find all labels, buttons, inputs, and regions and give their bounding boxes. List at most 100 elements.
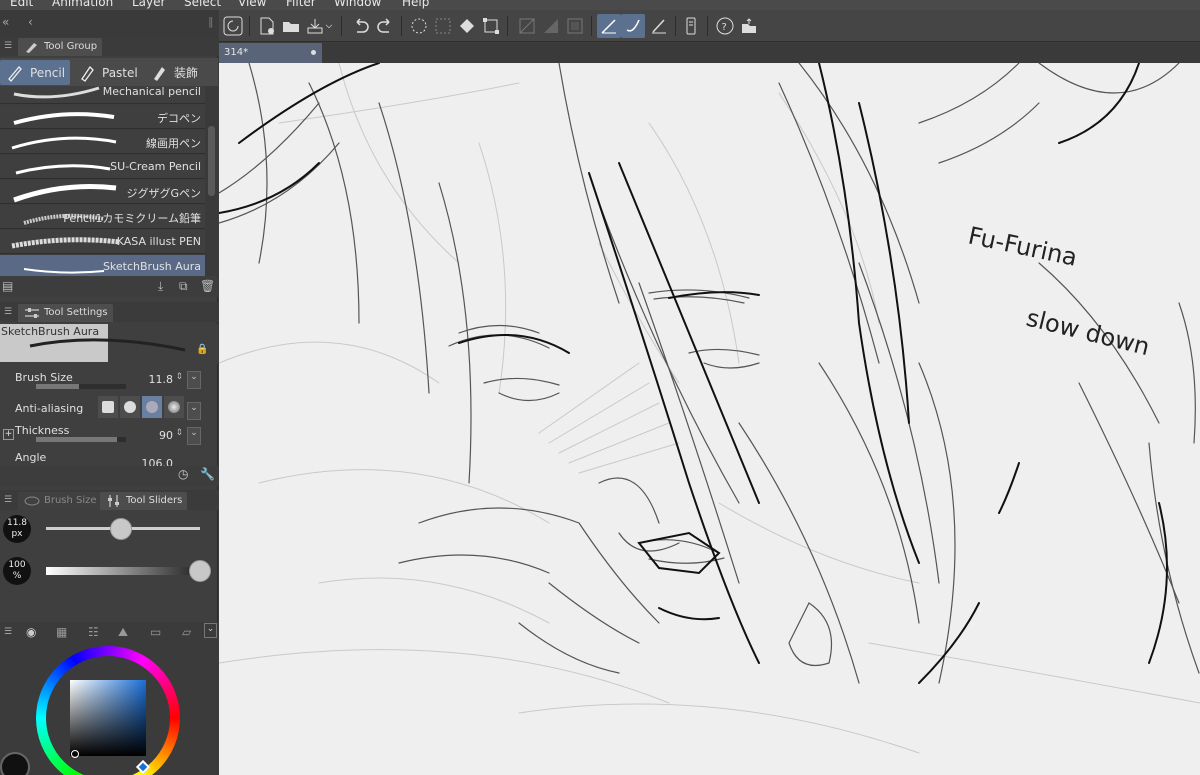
menu-layer[interactable]: Layer xyxy=(132,0,165,9)
brush-list-scrollbar[interactable] xyxy=(205,86,218,276)
tool-group-tabs: Pencil Pastel 装飾 xyxy=(0,58,218,86)
angle-value[interactable]: 106.0 xyxy=(142,457,174,466)
close-tab-icon[interactable] xyxy=(311,50,316,55)
panel-menu-icon[interactable]: ☰ xyxy=(4,495,12,505)
menu-view[interactable]: View xyxy=(238,0,266,9)
list-item[interactable]: 線画用ペン xyxy=(0,130,205,154)
tab-pencil[interactable]: Pencil xyxy=(0,60,70,85)
brush-size-value[interactable]: 11.8 xyxy=(149,373,174,386)
chevron-down-icon[interactable]: ⌄ xyxy=(187,402,201,420)
timer-icon[interactable]: ◷ xyxy=(178,467,188,481)
list-item[interactable]: Mechanical pencil xyxy=(0,86,205,104)
main-color-swatch[interactable] xyxy=(0,752,30,775)
menu-animation[interactable]: Animation xyxy=(52,0,113,9)
dock-header: « ‹ ‖ xyxy=(0,10,218,36)
share-icon[interactable] xyxy=(737,14,761,38)
chevron-down-icon[interactable]: ⌄ xyxy=(187,371,201,389)
spinner-icon[interactable]: ⇕ xyxy=(175,372,183,382)
saturation-value-square[interactable] xyxy=(70,680,146,756)
approximate-color-tab-icon[interactable]: ⛰ xyxy=(118,625,128,640)
drawing-canvas[interactable]: Fu-Furina slow down xyxy=(219,63,1200,775)
menu-edit[interactable]: Edit xyxy=(10,0,33,9)
tab-decoration[interactable]: 装飾 xyxy=(144,60,218,85)
stroke-preview-icon xyxy=(15,164,111,175)
scrollbar-thumb[interactable] xyxy=(208,126,215,196)
dock-grip-icon[interactable]: ‖ xyxy=(208,15,214,28)
document-tab[interactable]: 314* xyxy=(219,43,322,63)
spinner-icon[interactable]: ⇕ xyxy=(175,428,183,438)
pen-pressure-icon[interactable] xyxy=(647,14,671,38)
undo-icon[interactable] xyxy=(349,14,373,38)
redo-icon[interactable] xyxy=(373,14,397,38)
panel-menu-icon[interactable]: ☰ xyxy=(4,307,12,317)
color-history-tab-icon[interactable]: ▭ xyxy=(150,625,161,639)
app-logo-icon[interactable] xyxy=(221,14,245,38)
aa-weak-option[interactable] xyxy=(120,396,140,418)
color-picker-knob[interactable] xyxy=(71,750,79,758)
tab-tool-settings[interactable]: Tool Settings xyxy=(18,304,113,322)
trash-icon[interactable]: 🗑 xyxy=(200,279,215,293)
tab-brush-size[interactable]: Brush Size xyxy=(18,492,102,510)
tab-tool-sliders[interactable]: Tool Sliders xyxy=(100,492,188,510)
menu-filter[interactable]: Filter xyxy=(286,0,316,9)
list-item[interactable]: ジグザグGペン xyxy=(0,180,205,204)
intermediate-color-tab-icon[interactable]: ☷ xyxy=(88,625,99,639)
sliders-icon xyxy=(108,495,119,507)
brush-options-icon[interactable]: ▤ xyxy=(2,279,13,293)
brush-preview: SketchBrush Aura 🔒 xyxy=(0,324,218,364)
menu-window[interactable]: Window xyxy=(334,0,381,9)
thickness-label: Thickness xyxy=(15,424,70,437)
menu-help[interactable]: Help xyxy=(402,0,429,9)
color-wheel-tab-icon[interactable]: ◉ xyxy=(26,625,36,639)
thickness-value[interactable]: 90 xyxy=(159,429,173,442)
duplicate-icon[interactable]: ⧉ xyxy=(179,279,188,294)
lock-icon[interactable]: 🔒 xyxy=(196,344,208,355)
download-icon[interactable]: ⤓ xyxy=(158,279,163,294)
tool-settings-title: Tool Settings xyxy=(44,307,108,318)
panel-menu-icon[interactable]: ☰ xyxy=(4,41,12,51)
aa-medium-option[interactable] xyxy=(142,396,162,418)
grid-snap-icon[interactable] xyxy=(563,14,587,38)
menu-select[interactable]: Select xyxy=(184,0,221,9)
panel-menu-icon[interactable]: ☰ xyxy=(4,627,12,637)
angle-row: Angle 106.0 xyxy=(0,450,205,466)
sub-view-tab-icon[interactable]: ▱ xyxy=(182,625,191,639)
aa-strong-option[interactable] xyxy=(164,396,184,418)
chevron-down-icon[interactable]: ⌄ xyxy=(204,623,217,638)
tab-pastel[interactable]: Pastel xyxy=(72,60,142,85)
thickness-bar[interactable] xyxy=(36,437,126,442)
opacity-slider-track[interactable] xyxy=(46,567,200,575)
fill-icon[interactable] xyxy=(455,14,479,38)
transform-icon[interactable] xyxy=(479,14,503,38)
chevron-down-icon[interactable] xyxy=(323,14,335,38)
brush-size-tab-label: Brush Size xyxy=(44,495,97,506)
open-folder-icon[interactable] xyxy=(279,14,303,38)
list-item[interactable]: SU-Cream Pencil xyxy=(0,155,205,179)
list-item[interactable]: デコペン xyxy=(0,105,205,129)
pen-stabilizer-icon[interactable] xyxy=(597,14,621,38)
command-bar: ? xyxy=(219,10,1200,42)
expand-icon[interactable]: + xyxy=(3,429,14,440)
list-item[interactable]: Pencil1カモミクリーム鉛筆 xyxy=(0,205,205,229)
wrench-icon[interactable]: 🔧 xyxy=(200,467,215,481)
new-document-icon[interactable] xyxy=(255,14,279,38)
aa-none-option[interactable] xyxy=(98,396,118,418)
clear-selection-icon[interactable] xyxy=(431,14,455,38)
tab-tool-group[interactable]: Tool Group xyxy=(18,38,103,56)
sketch-artwork: Fu-Furina slow down xyxy=(219,63,1200,754)
help-icon[interactable]: ? xyxy=(713,14,737,38)
loading-spinner-icon[interactable] xyxy=(407,14,431,38)
size-slider-knob[interactable] xyxy=(110,518,133,540)
collapse-dock-icon[interactable]: « xyxy=(2,15,9,29)
chevron-left-icon[interactable]: ‹ xyxy=(28,15,33,29)
opacity-slider-knob[interactable] xyxy=(189,560,211,582)
list-item-selected[interactable]: SketchBrush Aura xyxy=(0,255,205,276)
brush-size-bar[interactable] xyxy=(36,384,126,389)
brush-correction-icon[interactable] xyxy=(621,14,645,38)
color-set-tab-icon[interactable]: ▦ xyxy=(56,625,67,639)
list-item[interactable]: KASA illust PEN xyxy=(0,230,205,254)
device-icon[interactable] xyxy=(679,14,703,38)
chevron-down-icon[interactable]: ⌄ xyxy=(187,427,201,445)
ruler-snap-icon[interactable] xyxy=(515,14,539,38)
special-ruler-snap-icon[interactable] xyxy=(539,14,563,38)
